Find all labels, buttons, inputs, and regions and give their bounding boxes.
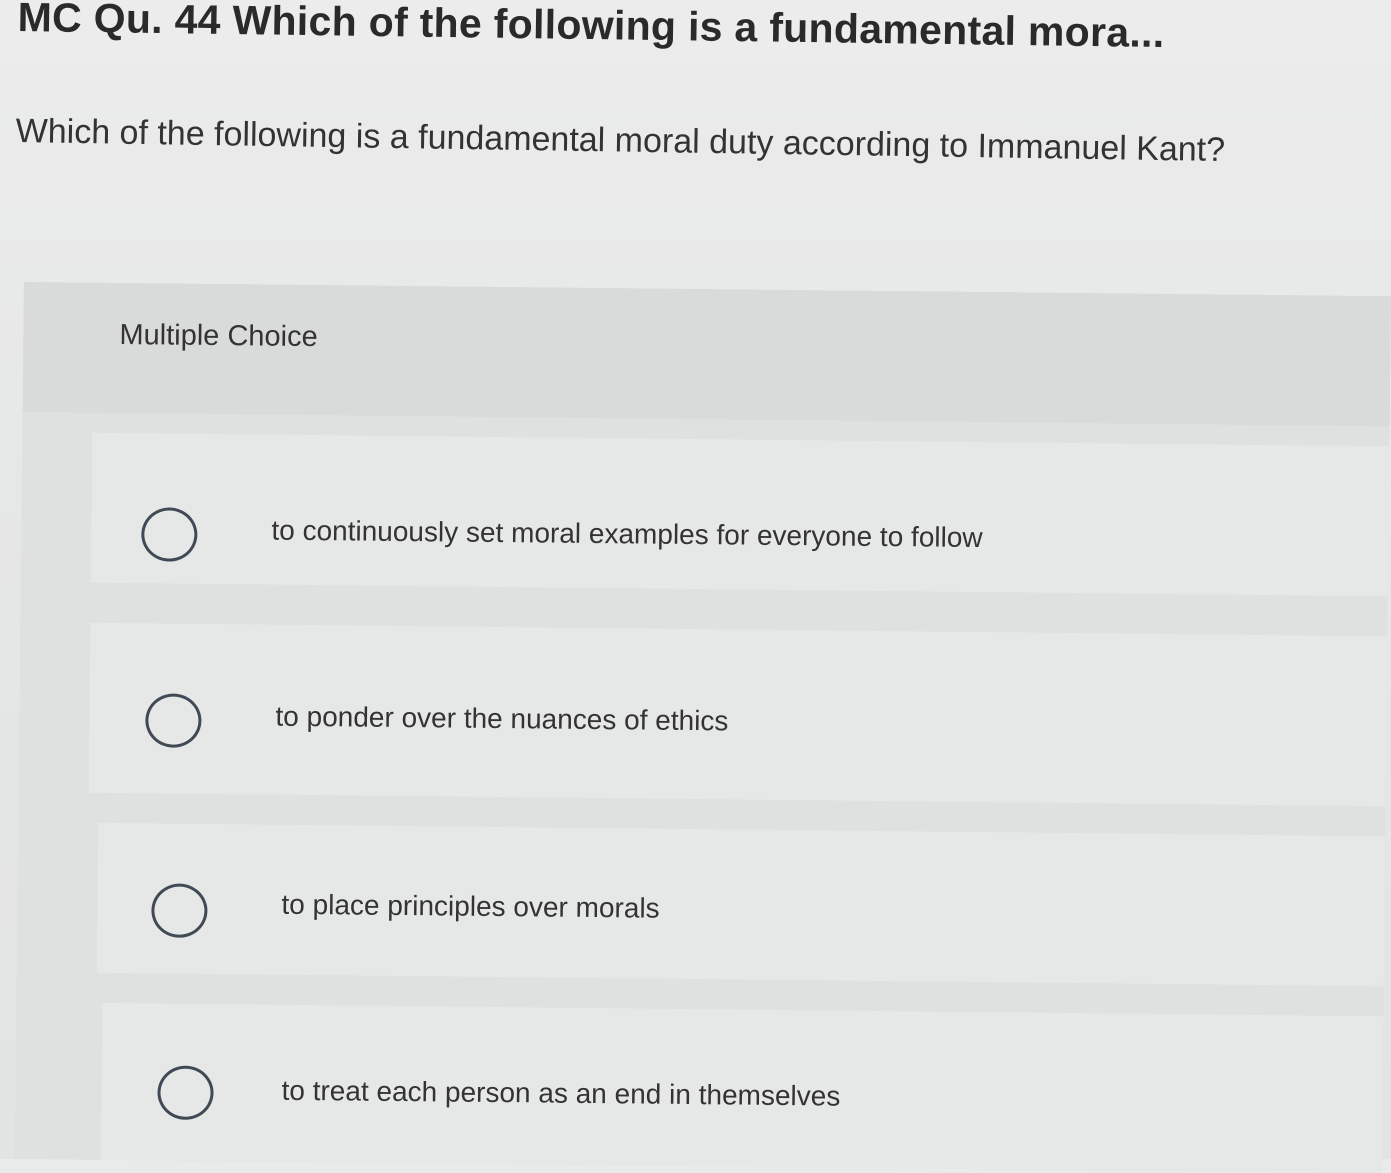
choice-option-3[interactable]: to place principles over morals <box>96 822 1386 987</box>
multiple-choice-label: Multiple Choice <box>119 319 318 354</box>
question-page: MC Qu. 44 Which of the following is a fu… <box>0 0 1391 1173</box>
choice-option-2-label[interactable]: to ponder over the nuances of ethics <box>275 701 728 738</box>
radio-button-icon[interactable] <box>145 693 202 748</box>
choice-option-1-label[interactable]: to continuously set moral examples for e… <box>271 515 983 554</box>
choice-option-4[interactable]: to treat each person as an end in themse… <box>100 1002 1384 1173</box>
multiple-choice-panel: Multiple Choice to continuously set mora… <box>14 282 1391 1173</box>
question-title: MC Qu. 44 Which of the following is a fu… <box>17 0 1165 57</box>
radio-button-icon[interactable] <box>157 1065 214 1121</box>
radio-button-icon[interactable] <box>141 507 198 562</box>
choice-option-2[interactable]: to ponder over the nuances of ethics <box>88 622 1388 807</box>
panel-header <box>22 282 1391 427</box>
choice-option-4-label[interactable]: to treat each person as an end in themse… <box>281 1075 840 1113</box>
choice-option-3-label[interactable]: to place principles over morals <box>281 889 659 925</box>
question-text: Which of the following is a fundamental … <box>15 112 1226 169</box>
radio-button-icon[interactable] <box>151 883 208 938</box>
choice-option-1[interactable]: to continuously set moral examples for e… <box>90 432 1390 597</box>
